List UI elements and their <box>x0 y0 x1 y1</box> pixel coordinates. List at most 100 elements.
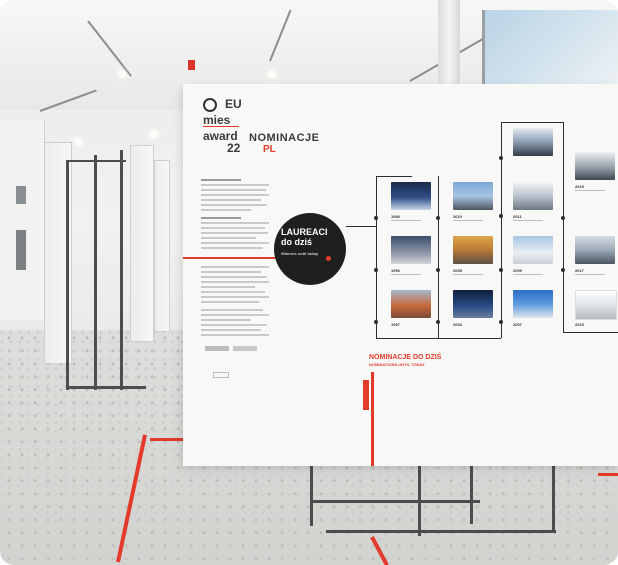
project-photo <box>513 128 553 156</box>
caption <box>453 220 483 221</box>
project-photo <box>575 236 615 264</box>
board-stand <box>326 530 556 533</box>
timeline-line <box>501 122 563 123</box>
floor-tape <box>116 434 147 563</box>
floor-tape <box>370 536 389 565</box>
project-photo <box>453 290 493 318</box>
board-stand <box>552 466 555 532</box>
year-label: 1997 <box>391 322 400 327</box>
year-label: 2005 <box>453 268 462 273</box>
year-label: 2015 <box>575 322 584 327</box>
nominacje-do-dzis: NOMINACJE DO DZIŚ <box>369 354 442 361</box>
board-stand <box>310 466 313 526</box>
year-label: 1990 <box>391 214 400 219</box>
stand-frame <box>94 155 97 390</box>
stand-frame <box>66 160 69 390</box>
year-label: 2011 <box>513 214 522 219</box>
timeline-line <box>376 338 501 339</box>
ceiling-light <box>118 70 126 78</box>
laureaci-subtitle: do dziś <box>281 237 312 247</box>
column <box>438 0 460 95</box>
project-photo <box>513 236 553 264</box>
project-photo <box>575 152 615 180</box>
year-label: 2003 <box>453 322 462 327</box>
wall-picture <box>16 186 26 204</box>
project-photo <box>513 182 553 210</box>
caption <box>575 274 605 275</box>
text-block <box>201 179 271 252</box>
timeline-line <box>376 176 377 338</box>
exhibition-panel <box>130 145 154 342</box>
timeline-line <box>563 332 618 333</box>
text-block <box>201 266 271 339</box>
light-track <box>39 89 97 112</box>
project-photo <box>453 236 493 264</box>
floor-tape <box>598 473 618 476</box>
caption <box>391 220 421 221</box>
board-stand <box>470 466 473 524</box>
ceiling-light <box>75 138 83 146</box>
board-stand <box>310 500 480 503</box>
timeline-node <box>374 320 378 324</box>
stand-frame <box>66 386 146 389</box>
year-label: 1996 <box>391 268 400 273</box>
timeline-node <box>561 268 565 272</box>
timeline-node <box>499 268 503 272</box>
sponsor-logo <box>205 346 229 351</box>
timeline-node <box>436 268 440 272</box>
red-dot <box>326 256 331 261</box>
laureaci-circle: LAUREACI do dziś Winners until today <box>274 213 346 285</box>
header-pl: PL <box>263 144 276 155</box>
sponsor-logo <box>213 372 229 378</box>
timeline-node <box>499 214 503 218</box>
year-label: 2015 <box>575 184 584 189</box>
laureaci-title: LAUREACI <box>281 227 328 237</box>
red-tab <box>363 380 369 410</box>
caption <box>391 274 421 275</box>
stand-frame <box>66 160 126 162</box>
wall-picture <box>16 230 26 270</box>
light-track <box>87 20 132 77</box>
header-nominacje: NOMINACJE <box>249 132 320 144</box>
caption <box>513 220 543 221</box>
project-photo <box>391 182 431 210</box>
logo-eu: EU <box>225 97 242 111</box>
project-photo <box>391 290 431 318</box>
project-photo <box>513 290 553 318</box>
project-photo <box>575 290 617 320</box>
nominations-heading: NOMINACJE DO DZIŚ NOMINATIONS UNTIL TODA… <box>369 354 441 367</box>
exhibition-panel <box>154 160 170 332</box>
ceiling-light <box>268 70 276 78</box>
year-label: 2017 <box>575 268 584 273</box>
timeline-line <box>376 176 412 177</box>
timeline-node <box>374 216 378 220</box>
light-track <box>269 9 292 62</box>
timeline-node <box>436 216 440 220</box>
year-label: 2007 <box>513 322 522 327</box>
window <box>482 10 618 90</box>
timeline-line <box>563 122 564 332</box>
exhibition-board: EU mies award 22 NOMINACJE PL LAUREACI d… <box>183 84 618 466</box>
nominations-until-today: NOMINATIONS UNTIL TODAY <box>369 362 425 367</box>
caption <box>575 190 605 191</box>
year-label: 2009 <box>513 268 522 273</box>
caption <box>513 274 543 275</box>
winners-label: Winners until today <box>281 251 319 256</box>
stand-frame <box>120 150 123 390</box>
project-photo <box>453 182 493 210</box>
red-vertical-line <box>371 372 374 466</box>
logo-rule <box>203 126 239 127</box>
timeline-node <box>374 268 378 272</box>
alarm-light <box>188 60 195 70</box>
left-wall <box>0 120 45 320</box>
timeline-node <box>499 156 503 160</box>
timeline-node <box>436 320 440 324</box>
year-label: 2019 <box>453 214 462 219</box>
logo-icon <box>203 98 217 112</box>
timeline-line <box>438 176 439 338</box>
ceiling-light <box>150 130 158 138</box>
timeline-line <box>346 226 376 227</box>
caption <box>453 274 483 275</box>
logo-year: 22 <box>227 141 241 155</box>
timeline-line <box>501 122 502 338</box>
